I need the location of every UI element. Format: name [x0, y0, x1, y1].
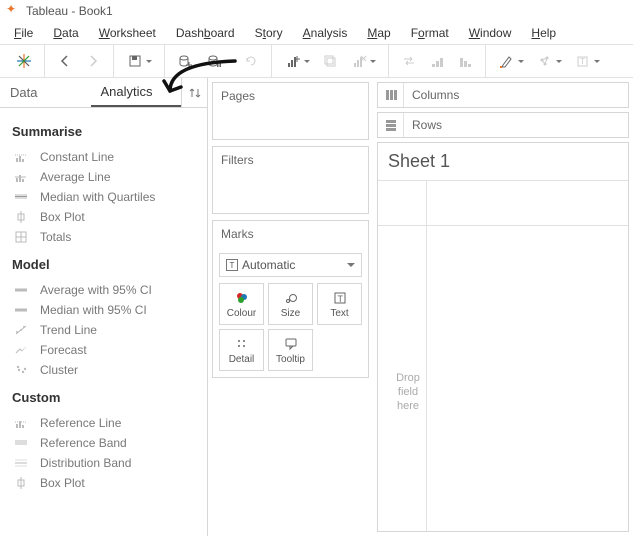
side-pane: Data Analytics Summarise Constant Line A…: [0, 78, 208, 536]
filters-shelf-title: Filters: [213, 147, 368, 173]
avg-ci-icon: [12, 283, 30, 297]
analytics-custom-box-plot[interactable]: Box Plot: [8, 473, 199, 493]
menu-story[interactable]: Story: [245, 24, 293, 42]
pages-shelf-title: Pages: [213, 83, 368, 109]
forecast-icon: [12, 343, 30, 357]
pages-shelf[interactable]: Pages: [212, 82, 369, 140]
back-button[interactable]: [51, 47, 79, 75]
analytics-constant-line[interactable]: Constant Line: [8, 147, 199, 167]
cards-column: Pages Filters Marks TAutomatic Colour Si…: [208, 78, 373, 536]
sort-pane-icon[interactable]: [181, 78, 207, 107]
svg-text:T: T: [580, 57, 585, 66]
tooltip-icon: [284, 336, 298, 352]
summarise-header: Summarise: [8, 114, 199, 147]
box-plot-icon: [12, 476, 30, 490]
marks-card-title: Marks: [213, 221, 368, 247]
rows-shelf[interactable]: Rows: [377, 112, 629, 138]
marks-tooltip-button[interactable]: Tooltip: [268, 329, 313, 371]
analytics-dist-band[interactable]: Distribution Band: [8, 453, 199, 473]
refresh-data-button[interactable]: [237, 47, 265, 75]
average-line-icon: [12, 170, 30, 184]
marks-detail-button[interactable]: Detail: [219, 329, 264, 371]
new-data-source-button[interactable]: [171, 47, 199, 75]
filters-shelf[interactable]: Filters: [212, 146, 369, 214]
menu-file[interactable]: File: [4, 24, 43, 42]
marks-text-button[interactable]: TText: [317, 283, 362, 325]
analytics-forecast[interactable]: Forecast: [8, 340, 199, 360]
menu-format[interactable]: Format: [401, 24, 459, 42]
highlight-button[interactable]: [492, 47, 530, 75]
box-plot-icon: [12, 210, 30, 224]
analytics-trend-line[interactable]: Trend Line: [8, 320, 199, 340]
tableau-logo-icon: [6, 4, 20, 18]
median-ci-icon: [12, 303, 30, 317]
new-worksheet-button[interactable]: [278, 47, 316, 75]
tableau-start-icon[interactable]: [10, 47, 38, 75]
save-button[interactable]: [120, 47, 158, 75]
pause-auto-updates-button[interactable]: [199, 47, 237, 75]
median-quartiles-icon: [12, 190, 30, 204]
custom-header: Custom: [8, 380, 199, 413]
cluster-icon: [12, 363, 30, 377]
sort-desc-button[interactable]: [451, 47, 479, 75]
automatic-mark-icon: T: [226, 259, 238, 271]
analytics-median-quartiles[interactable]: Median with Quartiles: [8, 187, 199, 207]
canvas-vertical-guide: [426, 181, 427, 531]
window-title: Tableau - Book1: [26, 4, 113, 18]
show-mark-labels-button[interactable]: T: [568, 47, 606, 75]
tab-analytics[interactable]: Analytics: [91, 78, 182, 107]
menu-analysis[interactable]: Analysis: [293, 24, 358, 42]
ref-line-icon: [12, 416, 30, 430]
totals-icon: [12, 230, 30, 244]
analytics-ref-band[interactable]: Reference Band: [8, 433, 199, 453]
text-icon: T: [333, 290, 347, 306]
worksheet-canvas[interactable]: Sheet 1 Drop field here: [377, 142, 629, 532]
view-area: Columns Rows Sheet 1 Drop field here: [373, 78, 633, 536]
duplicate-sheet-button[interactable]: [316, 47, 344, 75]
analytics-avg-95ci[interactable]: Average with 95% CI: [8, 280, 199, 300]
menu-dashboard[interactable]: Dashboard: [166, 24, 245, 42]
ref-band-icon: [12, 436, 30, 450]
dist-band-icon: [12, 456, 30, 470]
sheet-title[interactable]: Sheet 1: [378, 143, 628, 180]
analytics-average-line[interactable]: Average Line: [8, 167, 199, 187]
mark-type-dropdown[interactable]: TAutomatic: [219, 253, 362, 277]
rows-shelf-label: Rows: [404, 118, 450, 132]
columns-shelf-label: Columns: [404, 88, 467, 102]
menu-bar: File Data Worksheet Dashboard Story Anal…: [0, 22, 633, 44]
analytics-ref-line[interactable]: Reference Line: [8, 413, 199, 433]
model-header: Model: [8, 247, 199, 280]
drop-field-hint: Drop field here: [392, 371, 424, 413]
menu-map[interactable]: Map: [357, 24, 400, 42]
window-title-bar: Tableau - Book1: [0, 0, 633, 22]
columns-shelf[interactable]: Columns: [377, 82, 629, 108]
toolbar: T: [0, 44, 633, 78]
forward-button[interactable]: [79, 47, 107, 75]
menu-window[interactable]: Window: [459, 24, 522, 42]
canvas-horizontal-guide: [378, 225, 628, 226]
menu-worksheet[interactable]: Worksheet: [89, 24, 166, 42]
detail-icon: [235, 336, 249, 352]
marks-colour-button[interactable]: Colour: [219, 283, 264, 325]
svg-text:T: T: [337, 294, 343, 304]
menu-help[interactable]: Help: [521, 24, 566, 42]
rows-icon: [378, 113, 404, 137]
clear-sheet-button[interactable]: [344, 47, 382, 75]
menu-data[interactable]: Data: [43, 24, 88, 42]
tab-data[interactable]: Data: [0, 78, 91, 107]
analytics-cluster[interactable]: Cluster: [8, 360, 199, 380]
marks-size-button[interactable]: Size: [268, 283, 313, 325]
group-button[interactable]: [530, 47, 568, 75]
swap-rows-cols-button[interactable]: [395, 47, 423, 75]
analytics-median-95ci[interactable]: Median with 95% CI: [8, 300, 199, 320]
size-icon: [284, 290, 298, 306]
analytics-totals[interactable]: Totals: [8, 227, 199, 247]
colour-icon: [235, 290, 249, 306]
sort-asc-button[interactable]: [423, 47, 451, 75]
trend-line-icon: [12, 323, 30, 337]
marks-card: Marks TAutomatic Colour Size TText Detai…: [212, 220, 369, 378]
analytics-box-plot[interactable]: Box Plot: [8, 207, 199, 227]
columns-icon: [378, 83, 404, 107]
constant-line-icon: [12, 150, 30, 164]
